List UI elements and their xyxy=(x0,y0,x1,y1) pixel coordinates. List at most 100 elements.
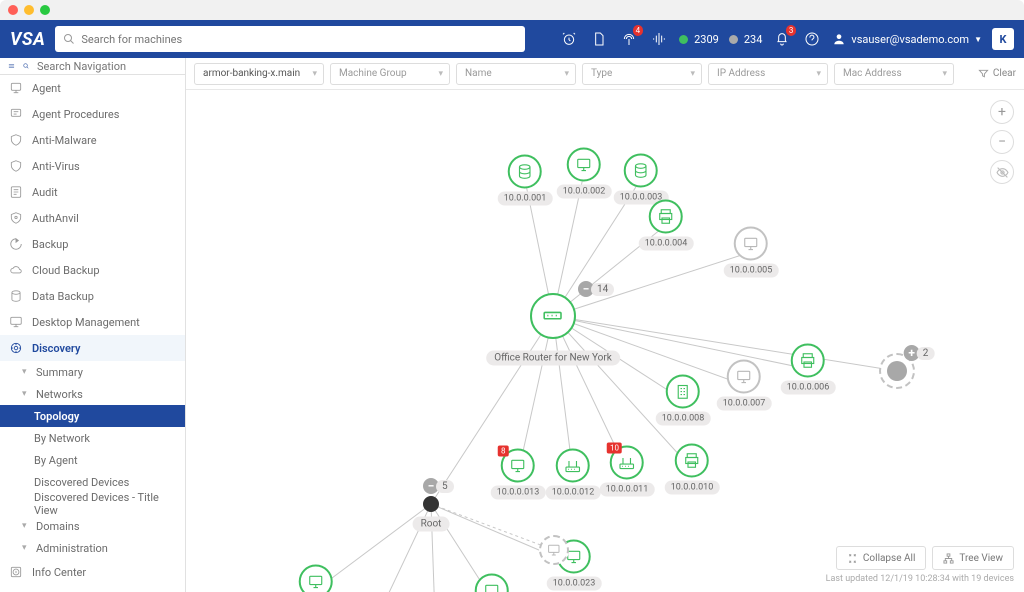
node-10-0-0-001[interactable]: 10.0.0.001 xyxy=(498,155,553,206)
audit-icon xyxy=(8,184,24,200)
sub-by-agent[interactable]: By Agent xyxy=(0,449,185,471)
chevron-icon: ▾ xyxy=(22,367,32,377)
tree-view-button[interactable]: Tree View xyxy=(932,546,1014,570)
sidebar-item-label: Anti-Virus xyxy=(32,160,80,173)
sub-label: Topology xyxy=(34,410,79,423)
alarm-icon[interactable] xyxy=(559,29,579,49)
sub-label: Discovered Devices - Title View xyxy=(34,491,177,517)
anon-node-0[interactable] xyxy=(539,535,569,565)
pc-icon xyxy=(546,542,562,558)
node-10-0-0-004[interactable]: 10.0.0.004 xyxy=(639,200,694,251)
sidebar-item-info-center[interactable]: Info Center xyxy=(0,559,185,585)
node-flag: 8 xyxy=(498,446,509,457)
filter-2[interactable]: Name xyxy=(456,63,576,85)
sub-summary[interactable]: ▾ Summary xyxy=(0,361,185,383)
search-icon[interactable] xyxy=(23,59,29,73)
pc-icon xyxy=(483,582,501,592)
sidebar-item-data-backup[interactable]: Data Backup xyxy=(0,283,185,309)
global-search[interactable] xyxy=(55,26,525,52)
sidebar-item-label: Anti-Malware xyxy=(32,134,97,147)
sidebar-item-label: Info Center xyxy=(32,566,86,579)
node-10-0-0-022[interactable]: 10.0.0.022 xyxy=(465,574,520,592)
close-dot[interactable] xyxy=(8,5,18,15)
help-icon[interactable] xyxy=(802,29,822,49)
sidebar-item-backup[interactable]: Backup xyxy=(0,231,185,257)
node-10-0-0-007[interactable]: 10.0.0.007 xyxy=(717,360,772,411)
node-circle xyxy=(666,375,700,409)
sidebar-item-label: Discovery xyxy=(32,342,80,355)
node-circle xyxy=(791,344,825,378)
sub-discovered-devices[interactable]: Discovered Devices xyxy=(0,471,185,493)
pc-icon xyxy=(735,368,753,386)
min-dot[interactable] xyxy=(24,5,34,15)
filter-1[interactable]: Machine Group xyxy=(330,63,450,85)
agents-online: 2309 xyxy=(679,33,719,46)
menu-icon[interactable] xyxy=(8,58,15,74)
pc-icon xyxy=(509,457,527,475)
sidebar-subtree: ▾ Summary ▾Networks Topology By NetworkBy Ag… xyxy=(0,361,185,559)
sidebar-item-agent[interactable]: Agent xyxy=(0,75,185,101)
filter-4[interactable]: IP Address xyxy=(708,63,828,85)
node-10-0-0-013[interactable]: 810.0.0.013 xyxy=(491,449,546,500)
sidebar-item-anti-virus[interactable]: Anti-Virus xyxy=(0,153,185,179)
topology-canvas[interactable]: Office Router for New York−14Root−5+210.… xyxy=(186,90,1024,592)
clear-button[interactable]: Clear xyxy=(978,68,1016,79)
sidebar-item-monitor[interactable]: Monitor xyxy=(0,585,185,592)
sidebar-item-audit[interactable]: Audit xyxy=(0,179,185,205)
k-button[interactable]: K xyxy=(992,28,1014,50)
filter-0[interactable]: armor-banking-x.main xyxy=(194,63,324,85)
sidebar-item-label: Cloud Backup xyxy=(32,264,100,277)
auth-icon xyxy=(8,210,24,226)
node-10-0-0-010[interactable]: 10.0.0.010 xyxy=(665,444,720,495)
zoom-out-button[interactable]: − xyxy=(990,130,1014,154)
sidebar-item-desktop-management[interactable]: Desktop Management xyxy=(0,309,185,335)
node-10-0-0-005[interactable]: 10.0.0.005 xyxy=(724,227,779,278)
node-circle xyxy=(299,565,333,592)
tree-icon xyxy=(943,553,954,564)
root-node[interactable] xyxy=(423,496,439,512)
node-10-0-0-003[interactable]: 10.0.0.003 xyxy=(614,154,669,205)
filter-5[interactable]: Mac Address xyxy=(834,63,954,85)
sub-label: Summary xyxy=(36,366,83,379)
sub-by-network[interactable]: By Network xyxy=(0,427,185,449)
cluster-expand[interactable]: +2 xyxy=(904,345,935,361)
node-10-0-0-019[interactable]: 10.0.0.019 xyxy=(289,565,344,592)
max-dot[interactable] xyxy=(40,5,50,15)
sidebar-item-anti-malware[interactable]: Anti-Malware xyxy=(0,127,185,153)
doc-icon[interactable] xyxy=(589,29,609,49)
broadcast-icon[interactable]: 4 xyxy=(619,29,639,49)
node-10-0-0-002[interactable]: 10.0.0.002 xyxy=(557,148,612,199)
node-10-0-0-008[interactable]: 10.0.0.008 xyxy=(656,375,711,426)
sub-topology[interactable]: Topology xyxy=(0,405,185,427)
sub-networks[interactable]: ▾Networks xyxy=(0,383,185,405)
sidebar-item-label: AuthAnvil xyxy=(32,212,79,225)
bell-badge: 3 xyxy=(786,25,797,36)
sub-discovered-devices---title-view[interactable]: Discovered Devices - Title View xyxy=(0,493,185,515)
info-icon xyxy=(8,564,24,580)
data-icon xyxy=(8,288,24,304)
sidebar-item-authanvil[interactable]: AuthAnvil xyxy=(0,205,185,231)
sidebar-item-agent-procedures[interactable]: Agent Procedures xyxy=(0,101,185,127)
zoom-in-button[interactable]: + xyxy=(990,100,1014,124)
sidebar-item-discovery[interactable]: Discovery xyxy=(0,335,185,361)
app-logo: VSA xyxy=(10,29,45,50)
node-label: 10.0.0.007 xyxy=(717,397,772,411)
node-10-0-0-012[interactable]: 10.0.0.012 xyxy=(546,449,601,500)
wifi-icon[interactable] xyxy=(649,29,669,49)
node-10-0-0-011[interactable]: 1010.0.0.011 xyxy=(600,446,655,497)
bell-icon[interactable]: 3 xyxy=(772,29,792,49)
user-menu[interactable]: vsauser@vsademo.com ▼ xyxy=(832,32,982,46)
sub-administration[interactable]: ▾Administration xyxy=(0,537,185,559)
collapse-all-button[interactable]: Collapse All xyxy=(836,546,926,570)
search-input[interactable] xyxy=(81,33,517,46)
nav-search-input[interactable] xyxy=(37,60,177,73)
hub-node[interactable] xyxy=(530,293,576,339)
sub-domains[interactable]: ▾Domains xyxy=(0,515,185,537)
node-10-0-0-006[interactable]: 10.0.0.006 xyxy=(781,344,836,395)
eye-button[interactable] xyxy=(990,160,1014,184)
sidebar-item-cloud-backup[interactable]: Cloud Backup xyxy=(0,257,185,283)
db-icon xyxy=(516,163,534,181)
sub-label: Administration xyxy=(36,542,108,555)
filter-3[interactable]: Type xyxy=(582,63,702,85)
printer-icon xyxy=(657,208,675,226)
